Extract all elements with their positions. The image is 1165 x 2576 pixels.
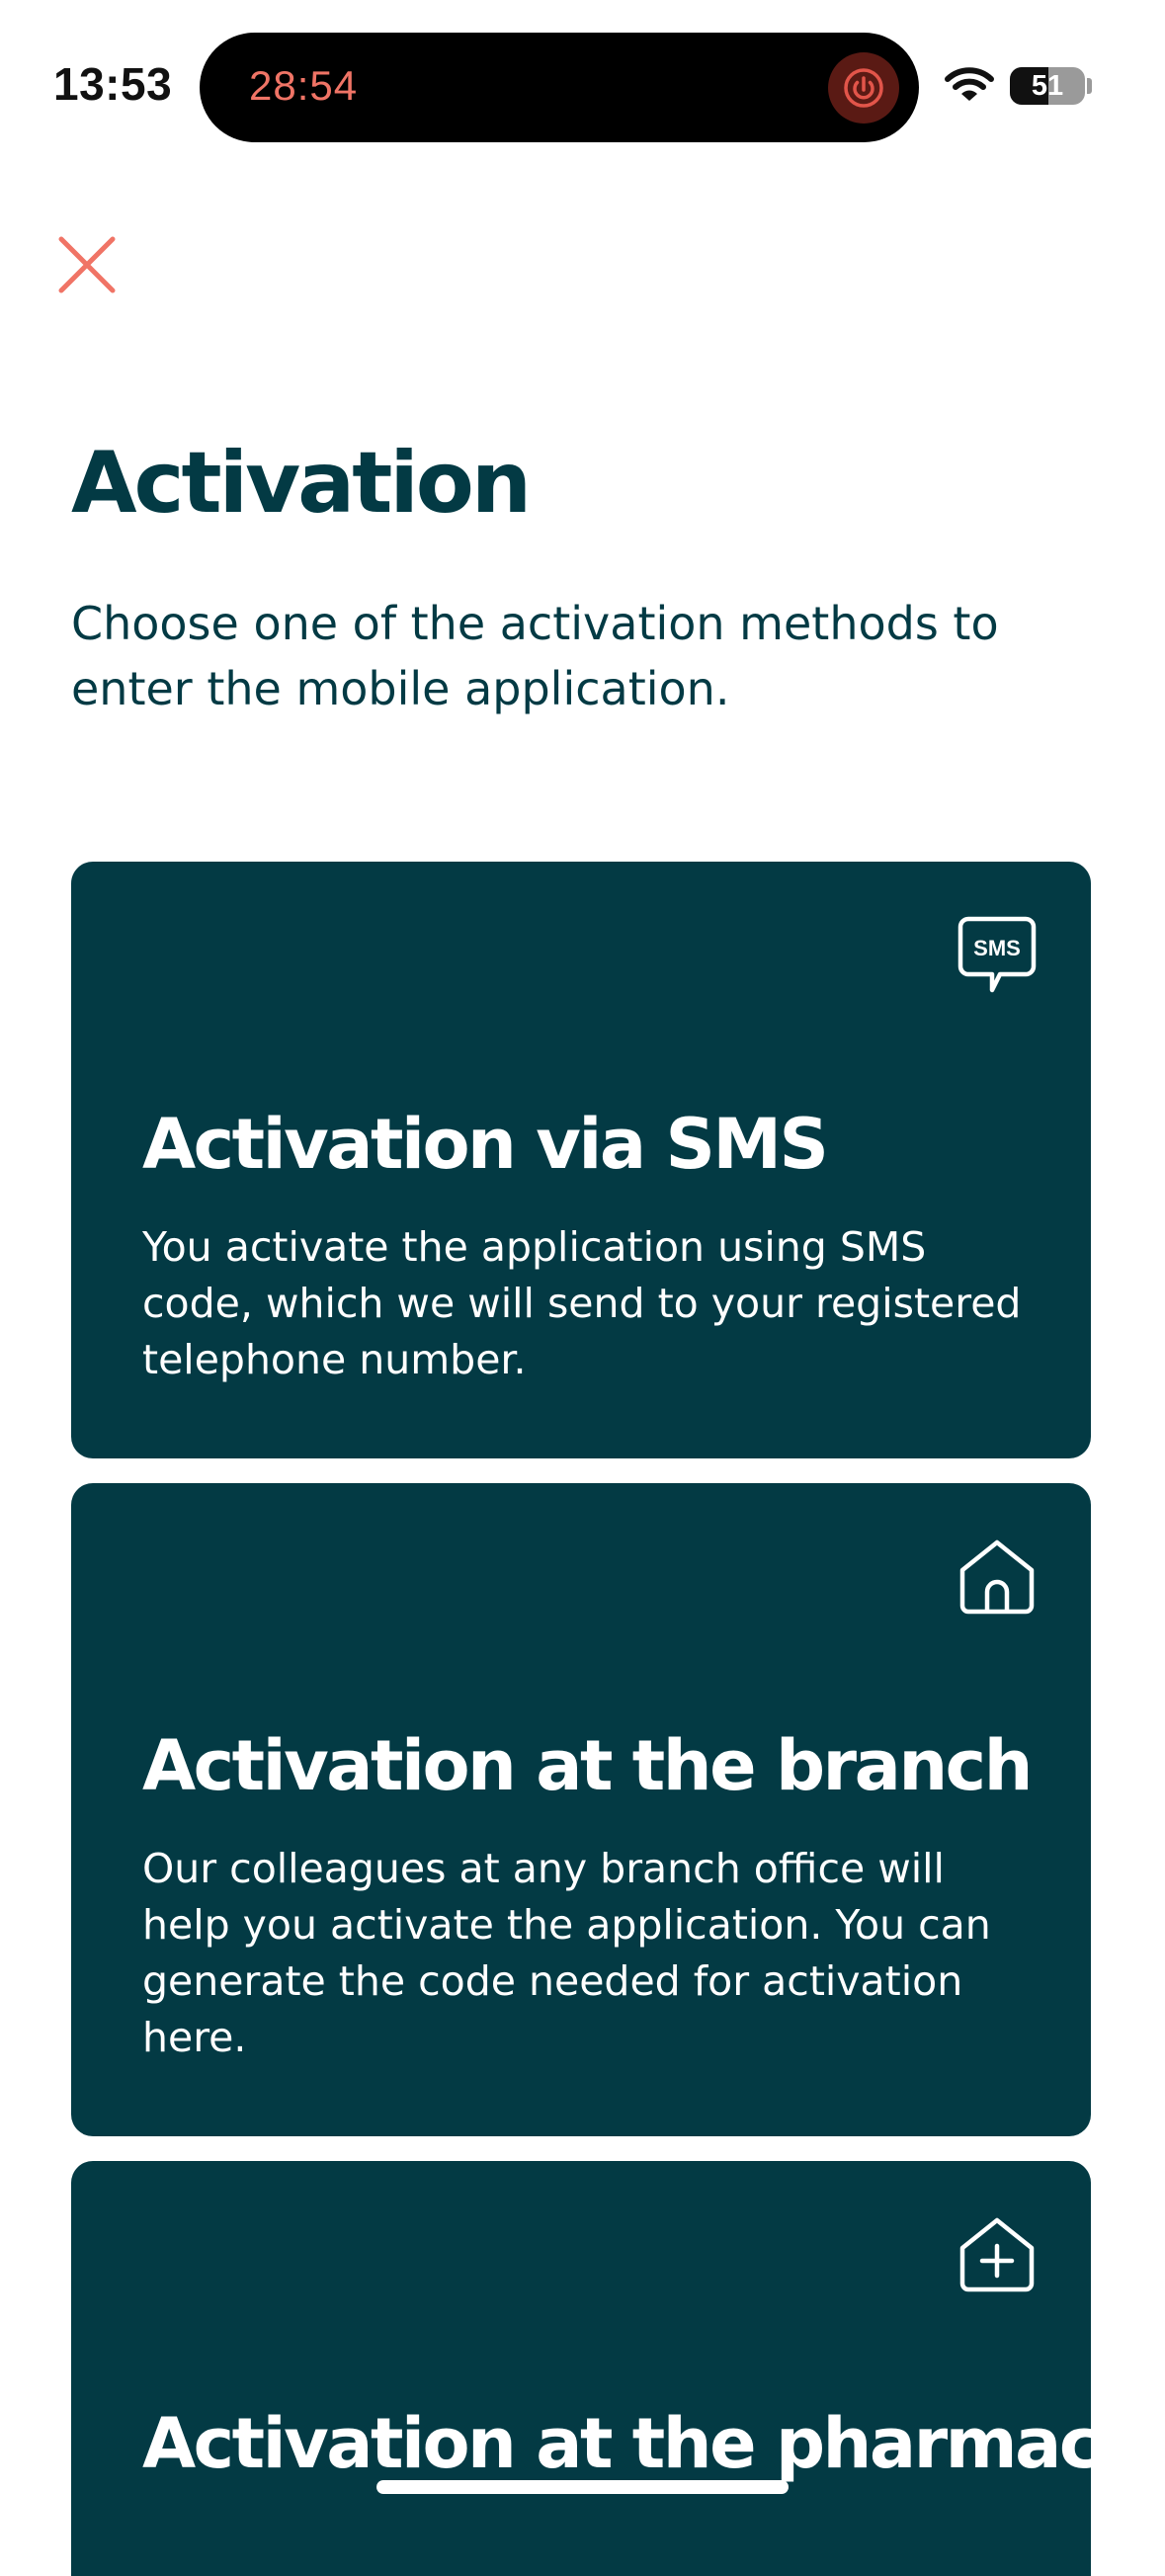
power-icon[interactable] [828,52,899,124]
activation-pharmacy-card[interactable]: Activation at the pharmacy [71,2161,1142,2576]
card-description: Our colleagues at any branch office will… [142,1845,991,2061]
battery-level: 51 [1031,70,1064,102]
card-description: You activate the application using SMS c… [142,1223,1022,1383]
house-plus-icon [957,2214,1038,2295]
battery-cap [1087,78,1092,94]
page-subtitle: Choose one of the activation methods to … [71,597,999,715]
status-time: 13:53 [53,58,173,110]
house-icon [957,1537,1038,1618]
close-button[interactable] [51,229,123,300]
home-indicator[interactable] [376,2480,789,2494]
wifi-icon [945,67,994,105]
card-title: Activation at the pharmacy [142,2403,1142,2484]
close-icon [58,236,116,293]
activation-sms-card[interactable]: SMS Activation via SMS You activate the … [71,862,1091,1458]
timer-text: 28:54 [249,62,359,109]
page-title: Activation [71,434,532,533]
sms-icon-text: SMS [973,936,1021,960]
battery-indicator: 51 [1010,67,1085,105]
card-title: Activation via SMS [142,1104,829,1185]
dynamic-island[interactable]: 28:54 [200,33,919,142]
activation-branch-card[interactable]: Activation at the branch Our colleagues … [71,1483,1091,2136]
sms-bubble-icon: SMS [957,915,1038,996]
card-title: Activation at the branch [142,1725,1033,1806]
